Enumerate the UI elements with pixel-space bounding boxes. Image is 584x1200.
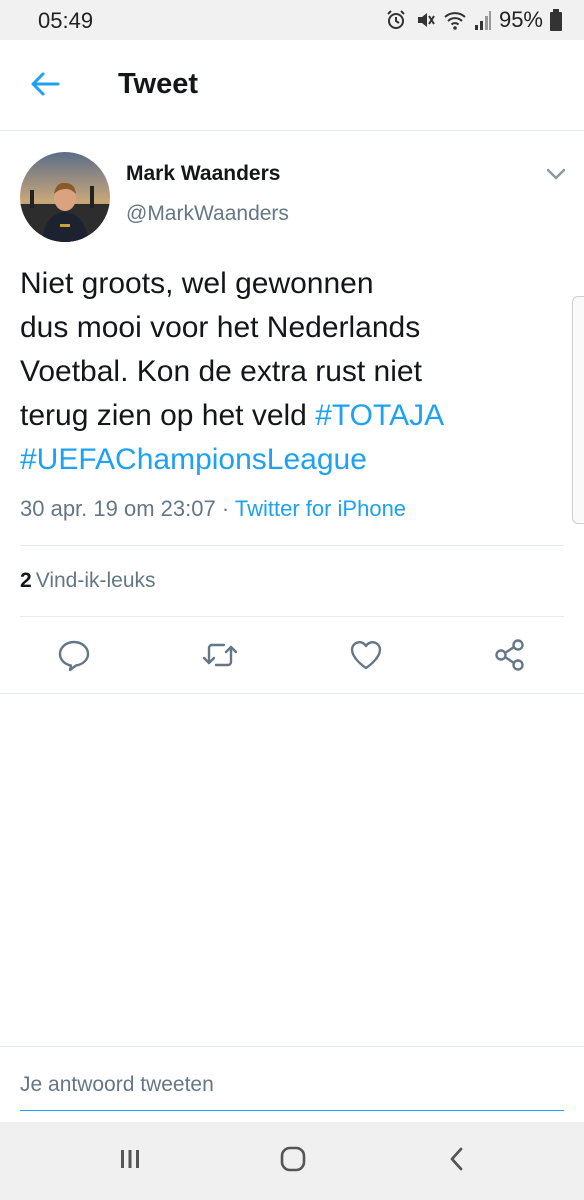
battery-icon [550, 9, 562, 31]
status-bar: 05:49 95% [0, 0, 584, 40]
author-name[interactable]: Mark Waanders [126, 162, 280, 186]
divider [0, 693, 584, 694]
tweet-options-button[interactable] [543, 164, 569, 184]
recents-icon [115, 1146, 145, 1177]
hashtag-link-totaja[interactable]: #TOTAJA [315, 399, 444, 432]
tweet-text-line: dus mooi voor het Nederlands [20, 311, 421, 344]
likes-summary[interactable]: 2 Vind-ik-leuks [20, 569, 156, 593]
chevron-down-icon [543, 168, 569, 188]
back-nav-button[interactable] [432, 1144, 482, 1178]
hashtag-link-uefachampionsleague[interactable]: #UEFAChampionsLeague [20, 443, 367, 476]
page-title: Tweet [118, 68, 199, 100]
tweet-meta: 30 apr. 19 om 23:07 · Twitter for iPhone [20, 496, 406, 522]
tweet-text-line: Voetbal. Kon de extra rust niet [20, 355, 422, 388]
like-button[interactable] [346, 637, 386, 677]
arrow-left-icon [30, 71, 60, 102]
system-nav-bar [0, 1122, 584, 1200]
wifi-icon [443, 9, 467, 31]
reply-bar [0, 1046, 584, 1122]
likes-count: 2 [20, 569, 32, 592]
battery-percentage: 95% [498, 7, 543, 32]
author-handle[interactable]: @MarkWaanders [126, 202, 289, 226]
signal-icon [474, 9, 492, 31]
tweet-actions [0, 617, 584, 693]
reply-icon [56, 637, 92, 678]
meta-separator: · [215, 496, 235, 521]
back-icon [445, 1145, 469, 1178]
likes-label: Vind-ik-leuks [35, 569, 156, 592]
scroll-handle[interactable] [572, 296, 584, 524]
status-icons: 95% [385, 6, 562, 34]
recents-button[interactable] [105, 1144, 155, 1178]
retweet-button[interactable] [200, 637, 240, 677]
retweet-icon [200, 637, 240, 678]
home-icon [278, 1145, 308, 1178]
back-button[interactable] [22, 66, 68, 106]
tweet-text: Niet groots, wel gewonnen dus mooi voor … [20, 262, 540, 482]
tweet-text-fragment: terug zien op het veld [20, 399, 316, 432]
share-button[interactable] [490, 637, 530, 677]
tweet-text-line: Niet groots, wel gewonnen [20, 267, 374, 300]
reply-input[interactable] [20, 1059, 564, 1111]
tweet-text-line: terug zien op het veld #TOTAJA [20, 394, 540, 438]
mute-icon [414, 9, 436, 31]
status-time: 05:49 [38, 8, 94, 33]
like-icon [348, 637, 384, 678]
tweet-text-line: #UEFAChampionsLeague [20, 438, 540, 482]
home-button[interactable] [268, 1144, 318, 1178]
divider [20, 545, 564, 546]
share-icon [492, 637, 528, 678]
reply-button[interactable] [54, 637, 94, 677]
tweet-timestamp: 30 apr. 19 om 23:07 [20, 496, 216, 521]
alarm-icon [385, 9, 407, 31]
tweet-source-link[interactable]: Twitter for iPhone [235, 496, 406, 521]
avatar[interactable] [20, 152, 110, 242]
app-header: Tweet [0, 40, 584, 131]
